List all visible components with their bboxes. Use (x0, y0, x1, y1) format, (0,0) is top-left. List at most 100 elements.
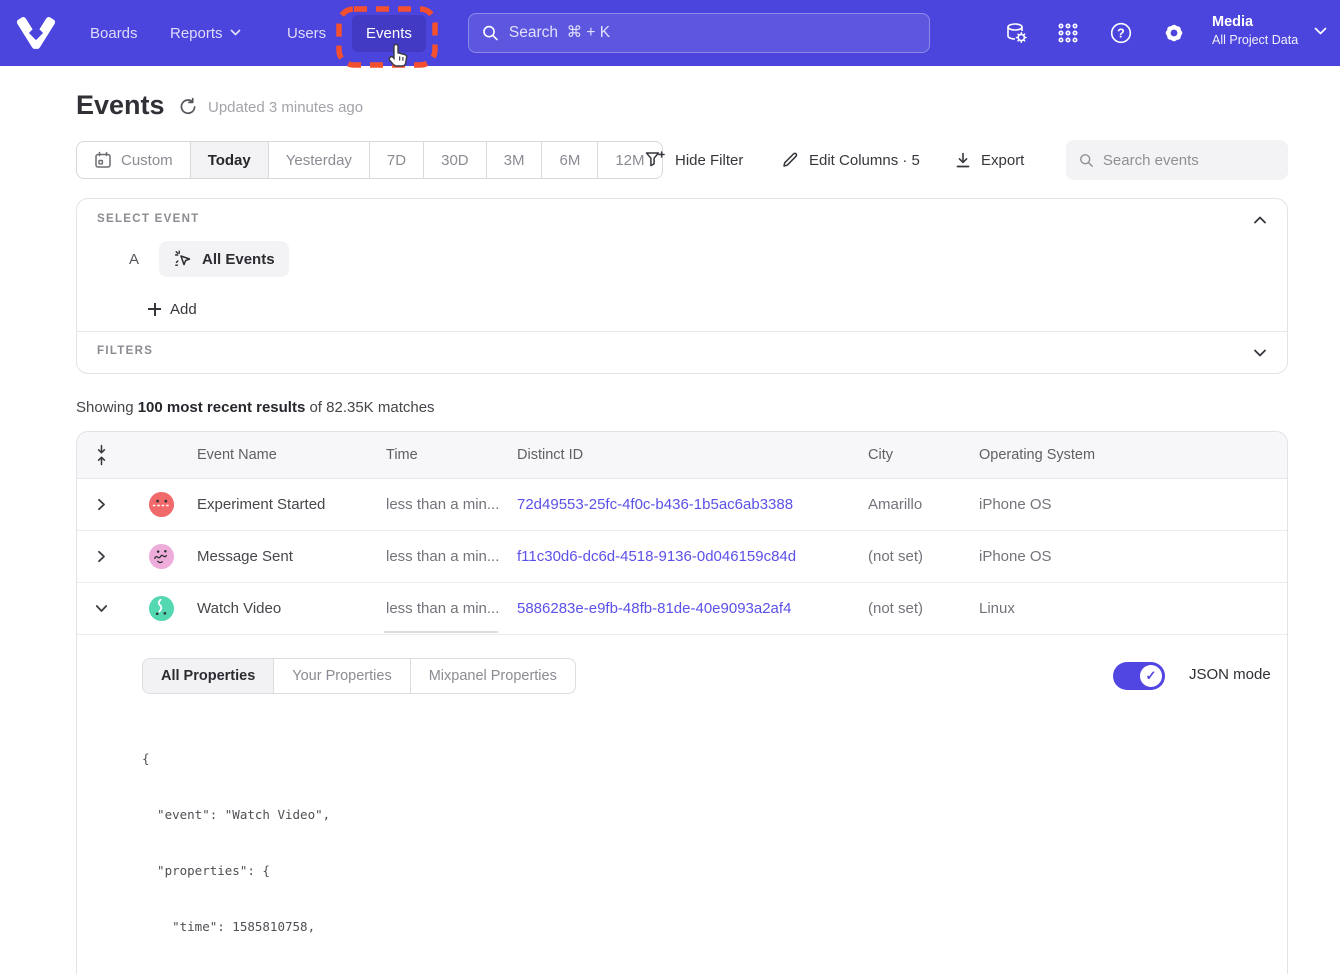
edit-columns-button[interactable]: Edit Columns · 5 (781, 141, 920, 179)
event-os: Linux (979, 600, 1157, 617)
detail-tabs-row: All Properties Your Properties Mixpanel … (77, 658, 1287, 694)
drag-handle[interactable] (97, 251, 107, 267)
expand-section-icon[interactable] (1251, 344, 1269, 362)
summary-suffix: of 82.35K matches (305, 399, 434, 416)
date-range-30d[interactable]: 30D (423, 142, 486, 178)
date-range-yesterday[interactable]: Yesterday (268, 142, 369, 178)
nav-label-boards: Boards (90, 25, 138, 42)
hide-filter-label: Hide Filter (675, 152, 743, 169)
expand-row-icon[interactable] (91, 495, 111, 515)
export-button[interactable]: Export (955, 141, 1024, 179)
json-line: "time": 1585810758, (142, 918, 1287, 937)
event-avatar (148, 491, 175, 518)
event-city: Amarillo (868, 496, 979, 513)
nav-item-users[interactable]: Users (287, 0, 326, 66)
collapse-row-icon[interactable] (91, 599, 111, 619)
events-search-input[interactable] (1103, 152, 1275, 169)
time-cell-divider (384, 631, 498, 633)
events-table: Event Name Time Distinct ID City Operati… (76, 431, 1288, 974)
event-more-menu-icon[interactable] (309, 257, 327, 261)
plus-icon (148, 303, 161, 316)
row-menu-icon[interactable] (1199, 555, 1215, 559)
nav-label-events: Events (352, 15, 426, 52)
settings-gear-icon[interactable] (1162, 21, 1186, 45)
add-label: Add (170, 301, 197, 318)
col-header-time[interactable]: Time (386, 447, 517, 463)
sort-icon[interactable] (95, 444, 108, 466)
tab-your-properties[interactable]: Your Properties (273, 659, 409, 693)
page-title: Events (76, 90, 165, 121)
search-icon (482, 24, 499, 42)
collapse-section-icon[interactable] (1251, 211, 1269, 229)
event-detail-panel: All Properties Your Properties Mixpanel … (77, 635, 1287, 974)
distinct-id-link[interactable]: 72d49553-25fc-4f0c-b436-1b5ac6ab3388 (517, 496, 868, 513)
col-header-city[interactable]: City (868, 447, 979, 463)
nav-item-reports[interactable]: Reports (170, 0, 241, 66)
table-row[interactable]: Message Sent less than a min... f11c30d6… (77, 531, 1287, 583)
event-os: iPhone OS (979, 548, 1157, 565)
date-range-6m[interactable]: 6M (541, 142, 597, 178)
json-mode-toggle[interactable]: ✓ (1113, 662, 1165, 690)
row-menu-icon[interactable] (1199, 607, 1215, 611)
events-search[interactable] (1066, 140, 1288, 180)
date-range-label: 3M (504, 152, 525, 169)
summary-highlight: 100 most recent results (138, 399, 306, 416)
event-time: less than a min... (386, 600, 517, 617)
chevron-down-icon (230, 29, 241, 37)
project-scope: All Project Data (1212, 32, 1298, 49)
expand-row-icon[interactable] (91, 547, 111, 567)
date-range-label: 6M (559, 152, 580, 169)
date-range-3m[interactable]: 3M (486, 142, 542, 178)
date-range-label: 12M (615, 152, 644, 169)
hide-filter-button[interactable]: Hide Filter (645, 141, 743, 179)
json-mode-label: JSON mode (1189, 666, 1271, 683)
refresh-icon[interactable] (178, 97, 198, 117)
tab-mixpanel-properties[interactable]: Mixpanel Properties (410, 659, 575, 693)
clause-letter: A (129, 251, 139, 268)
event-selector-chip[interactable]: All Events (159, 241, 289, 277)
date-range-7d[interactable]: 7D (369, 142, 423, 178)
date-range-label: 30D (441, 152, 469, 169)
export-label: Export (981, 152, 1024, 169)
chevron-down-icon[interactable] (1314, 27, 1327, 36)
properties-tab-group: All Properties Your Properties Mixpanel … (142, 658, 576, 694)
event-os: iPhone OS (979, 496, 1157, 513)
nav-label-users: Users (287, 25, 326, 42)
global-search-input[interactable] (509, 24, 916, 42)
col-header-event-name[interactable]: Event Name (197, 447, 386, 463)
apps-grid-icon[interactable] (1056, 21, 1080, 45)
date-range-label: 7D (387, 152, 406, 169)
date-range-today[interactable]: Today (190, 142, 268, 178)
date-range-label: Today (208, 152, 251, 169)
global-search[interactable] (468, 13, 930, 53)
add-event-button[interactable]: Add (148, 295, 197, 323)
mixpanel-logo-icon[interactable] (20, 17, 54, 49)
nav-item-events[interactable]: Events (352, 0, 426, 66)
summary-prefix: Showing (76, 399, 138, 416)
date-range-control: Custom Today Yesterday 7D 30D 3M 6M 12M (76, 141, 663, 179)
help-icon[interactable]: ? (1109, 21, 1133, 45)
tab-label: Mixpanel Properties (429, 668, 557, 684)
event-name: Message Sent (197, 548, 386, 565)
project-selector[interactable]: Media All Project Data (1212, 12, 1298, 49)
distinct-id-link[interactable]: 5886283e-e9fb-48fb-81de-40e9093a2af4 (517, 600, 868, 617)
table-row[interactable]: Experiment Started less than a min... 72… (77, 479, 1287, 531)
date-range-custom[interactable]: Custom (77, 142, 190, 178)
nav-item-boards[interactable]: Boards (90, 0, 138, 66)
calendar-icon (94, 151, 112, 169)
date-range-label: Custom (121, 152, 173, 169)
col-header-os[interactable]: Operating System (979, 447, 1157, 463)
json-line: { (142, 750, 1287, 769)
json-properties-view: { "event": "Watch Video", "properties": … (142, 713, 1287, 974)
row-menu-icon[interactable] (1199, 503, 1215, 507)
tab-all-properties[interactable]: All Properties (143, 659, 273, 693)
table-row-expanded[interactable]: Watch Video less than a min... 5886283e-… (77, 583, 1287, 635)
project-name: Media (1212, 12, 1298, 32)
distinct-id-link[interactable]: f11c30d6-dc6d-4518-9136-0d046159c84d (517, 548, 868, 565)
event-name: Experiment Started (197, 496, 386, 513)
download-icon (955, 152, 971, 169)
col-header-distinct-id[interactable]: Distinct ID (517, 447, 868, 463)
data-management-icon[interactable] (1004, 21, 1028, 45)
event-avatar (148, 595, 175, 622)
magic-cursor-icon (173, 249, 193, 269)
